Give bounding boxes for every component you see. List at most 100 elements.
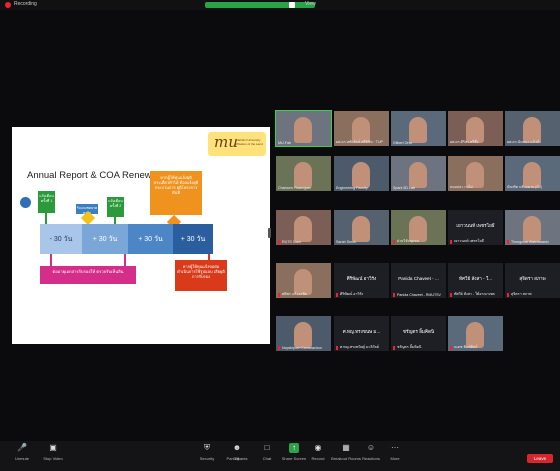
more-button[interactable]: ··· More xyxy=(377,443,413,461)
participant-tile[interactable]: Panida Chaveet - ... Panida Chaveet - RMU… xyxy=(391,263,446,298)
participant-display-name: ทัศวีย์ สังสา - ใ... xyxy=(458,276,493,281)
orange-note-box: หากผู้ให้ทุนแจ้งยุติ ประเดี๋ยวทำได้ ต้อง… xyxy=(150,171,202,215)
university-logo: mu Mahidol University Wisdom of the Land xyxy=(208,132,266,156)
participant-video xyxy=(294,216,312,242)
participant-display-name: ศิริพัฒน์ อาวิรัง xyxy=(346,276,377,281)
muted-mic-icon xyxy=(450,240,452,244)
timeline-bar-3-label: + 30 วัน xyxy=(138,235,163,243)
share-screen-icon: ↑ xyxy=(289,443,299,453)
participant-name: ศศิพร แก้วอรพิม xyxy=(282,292,308,296)
more-icon: ··· xyxy=(391,443,399,452)
participant-tile[interactable]: Nopsiriporn Kamarachon xyxy=(276,316,331,351)
participant-display-name: เยาวนนท์ เพชรโยธี xyxy=(456,223,495,228)
participant-tile[interactable]: ทัศวีย์ สังสา - ใ... ทัศวีย์ สังสา - ใต้อ… xyxy=(448,263,503,298)
participant-name: นเดช พิมพ์ศิลป์ xyxy=(454,345,478,349)
muted-mic-icon xyxy=(336,293,338,297)
leave-button[interactable]: Leave xyxy=(527,454,553,463)
participant-tile[interactable]: Sarah Smith xyxy=(334,210,389,245)
participant-name: Gilbert Ortiz xyxy=(393,141,413,145)
participant-display-name: ศ.ทญ.ทรงขนษ ม... xyxy=(342,329,381,334)
participant-name: ทัศวีย์ สังสา - ใต้อาณาเขต xyxy=(454,292,495,296)
participant-tile[interactable]: ผศ.ดร.นันทนา แก้วกิ่ง xyxy=(505,111,560,146)
red-note-box: หากผู้ให้ทุนแจ้งขอต่อ ดำเนินการใช้รูปแบบ… xyxy=(175,260,227,291)
participant-display-name: สุจิตรา สภาพ xyxy=(519,276,546,281)
reminder-2-post xyxy=(114,217,116,224)
participant-tile[interactable]: Spark 5D Lab xyxy=(391,156,446,191)
participant-video xyxy=(294,322,312,348)
participant-name: ฝ่ายวิจัยชุมชน xyxy=(397,239,420,243)
participant-tile[interactable]: Engineering Faculty xyxy=(334,156,389,191)
participant-tile[interactable]: ฝ่ายวิจัยชุมชน xyxy=(391,210,446,245)
participant-tile[interactable]: ศศิพร แก้วอรพิม xyxy=(276,263,331,298)
slide-title: Annual Report & COA Renewal xyxy=(27,170,160,181)
split-view-handle[interactable] xyxy=(268,228,271,238)
participant-tile[interactable]: หมอปลา กอไผ่ xyxy=(448,156,503,191)
pink-post-right xyxy=(124,254,126,266)
reactions-icon: ☺ xyxy=(366,443,376,452)
muted-mic-icon xyxy=(393,240,395,244)
reminder-1-box: แจ้งเตือน ครั้งที่ 1 xyxy=(38,191,55,213)
microphone-off-icon: 🎤 xyxy=(17,443,27,452)
muted-mic-icon xyxy=(507,293,509,297)
shield-icon: ⛨ xyxy=(204,443,210,452)
breakout-rooms-icon: ▦ xyxy=(342,443,350,452)
timeline-bar-2: + 30 วัน xyxy=(82,224,128,254)
participant-tile[interactable]: ศ.ทญ.ทรงขนษ ม... ศ.ทญ.ทรงขนิษฐ์ มะลิวัลย์ xyxy=(334,316,389,351)
muted-mic-icon xyxy=(393,346,395,350)
timeline-bar-2-label: + 30 วัน xyxy=(92,235,118,243)
participant-name: RUTS Siam xyxy=(282,240,301,244)
participant-tile[interactable]: ผศ.ดร.หทัยรัตน์ ศรีพิชิต · TUP xyxy=(334,111,389,146)
participant-name: Spark 5D Lab xyxy=(393,186,415,190)
pink-note-box: ต่ออายุเอกสารรับรองให้ ตรวจรับเห็นสิน xyxy=(40,266,136,284)
participant-tile[interactable]: Chamorn Phanngam xyxy=(276,156,331,191)
stop-video-label: Stop Video xyxy=(43,456,63,461)
participant-name: Nopsiriporn Kamarachon xyxy=(282,346,322,350)
participant-video xyxy=(409,162,427,188)
participant-name: ศิริพัฒน์ อาวิรัง xyxy=(340,292,364,296)
stop-video-button[interactable]: ▣ Stop Video xyxy=(35,443,71,461)
more-label: More xyxy=(390,456,400,461)
participant-video xyxy=(352,216,370,242)
sharing-indicator[interactable] xyxy=(205,2,315,8)
participant-tile[interactable]: เยาวนนท์ เพชรโยธี เยาวนนท์ เพชรโยธี xyxy=(448,210,503,245)
reminder-2-box: แจ้งเตือน ครั้งที่ 2 xyxy=(107,197,124,217)
participant-tile[interactable]: ศิริพัฒน์ อาวิรัง ศิริพัฒน์ อาวิรัง xyxy=(334,263,389,298)
logo-subtext: Mahidol University Wisdom of the Land xyxy=(236,138,263,146)
participants-icon: ☻24 xyxy=(232,443,242,461)
participant-name: หมอปลา กอไผ่ xyxy=(450,185,473,189)
muted-mic-icon xyxy=(450,346,452,350)
participant-video xyxy=(409,117,427,143)
participant-tile[interactable]: นเดช พิมพ์ศิลป์ xyxy=(448,316,503,351)
participant-tile[interactable]: Gilbert Ortiz xyxy=(391,111,446,146)
recording-label: Recording xyxy=(14,1,37,7)
pin-icon[interactable] xyxy=(289,2,295,8)
reminder-1-post xyxy=(45,213,47,224)
participant-name: สุจิตรา สภาพ xyxy=(511,292,532,296)
participant-name: บัณฑิต กลับกลาย (บัว) xyxy=(507,185,542,189)
participant-name: ชรัญตร ลิ้มคิดนิ xyxy=(397,345,422,349)
participant-tile[interactable]: ผศ.ดร.ศิริพร ศรีพึ่ง xyxy=(448,111,503,146)
orange-note-text: หากผู้ให้ทุนแจ้งยุติ ประเดี๋ยวทำได้ ต้อง… xyxy=(153,175,199,195)
participant-tile[interactable]: บัณฑิต กลับกลาย (บัว) xyxy=(505,156,560,191)
participant-tile[interactable]: MU-Fab xyxy=(275,110,332,147)
shared-screen-slide: mu Mahidol University Wisdom of the Land… xyxy=(12,127,270,344)
participant-tile[interactable]: RUTS Siam xyxy=(276,210,331,245)
muted-mic-icon xyxy=(278,240,280,244)
reminder-1-label: แจ้งเตือน ครั้งที่ 1 xyxy=(39,194,54,203)
logo-text: mu xyxy=(214,133,238,151)
participant-video xyxy=(523,216,541,242)
participant-name: Thongchai Watcharasin xyxy=(511,240,549,244)
participant-tile[interactable]: Thongchai Watcharasin xyxy=(505,210,560,245)
participant-name: MU-Fab xyxy=(278,141,291,145)
participant-name: Panida Chaveet - RMUTSV xyxy=(397,293,441,297)
participant-video xyxy=(294,162,312,188)
meeting-toolbar: 🎤 Unmute ▣ Stop Video ⛨ Security ☻24 Par… xyxy=(0,441,560,471)
muted-mic-icon xyxy=(393,293,395,297)
participant-tile[interactable]: สุจิตรา สภาพ สุจิตรา สภาพ xyxy=(505,263,560,298)
view-button[interactable]: View xyxy=(305,1,316,7)
muted-mic-icon xyxy=(278,293,280,297)
pink-note-text: ต่ออายุเอกสารรับรองให้ ตรวจรับเห็นสิน xyxy=(52,269,124,274)
participant-tile[interactable]: ชรัญตร ลิ้มคิดนิ ชรัญตร ลิ้มคิดนิ xyxy=(391,316,446,351)
recording-icon xyxy=(5,2,11,8)
participant-video xyxy=(294,117,312,143)
